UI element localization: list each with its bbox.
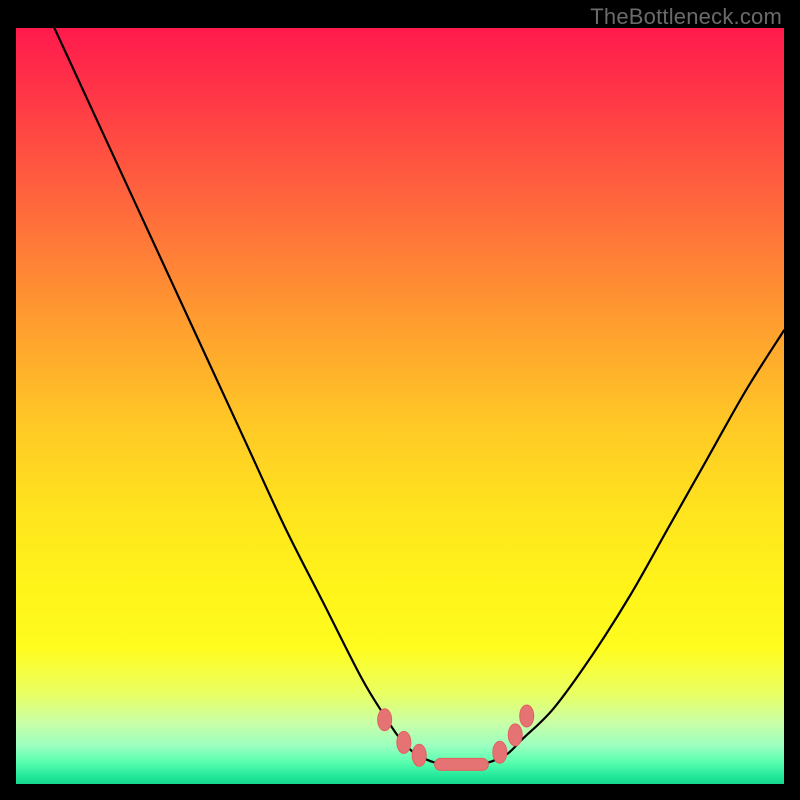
valley-marker-dot (412, 744, 426, 766)
watermark-text: TheBottleneck.com (590, 4, 782, 30)
valley-marker-dot (520, 705, 534, 727)
valley-marker-dot (378, 709, 392, 731)
valley-marker-dot (508, 724, 522, 746)
chart-svg (16, 28, 784, 784)
curve-left-arm (54, 28, 430, 761)
valley-marker-dot (397, 731, 411, 753)
valley-markers (378, 705, 534, 770)
valley-floor-bar (435, 758, 489, 770)
valley-marker-dot (493, 741, 507, 763)
chart-plot-area (16, 28, 784, 784)
curve-right-arm (492, 330, 784, 761)
